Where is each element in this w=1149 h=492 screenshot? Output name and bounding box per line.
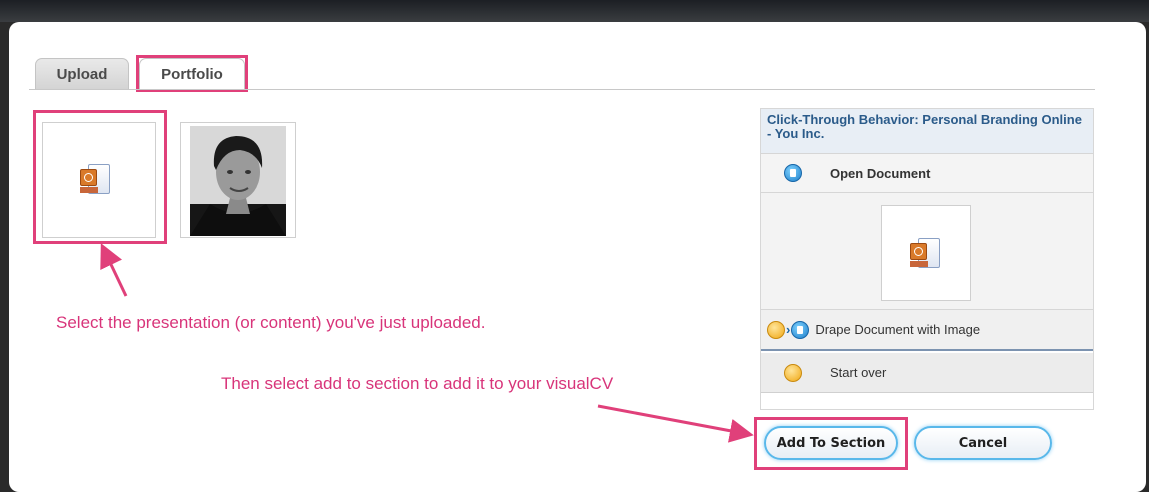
panel-title: Click-Through Behavior: Personal Brandin… bbox=[761, 109, 1093, 153]
cancel-button[interactable]: Cancel bbox=[914, 426, 1052, 460]
open-document-option[interactable]: Open Document bbox=[761, 153, 1093, 193]
document-icon bbox=[784, 164, 802, 182]
arrow-to-thumbnail bbox=[100, 243, 128, 297]
open-document-label: Open Document bbox=[830, 165, 931, 181]
document-icon bbox=[791, 320, 810, 339]
document-preview-area bbox=[761, 193, 1093, 309]
arrow-right-icon: › bbox=[786, 322, 791, 337]
start-over-label: Start over bbox=[830, 365, 887, 380]
drape-document-label: Drape Document with Image bbox=[815, 322, 981, 337]
arrow-to-add-button bbox=[597, 404, 754, 443]
document-preview bbox=[881, 205, 971, 301]
ppt-file-icon bbox=[910, 238, 942, 270]
click-through-panel: Click-Through Behavior: Personal Brandin… bbox=[760, 108, 1094, 410]
restart-icon bbox=[784, 363, 802, 382]
drape-document-option[interactable]: › Drape Document with Image bbox=[761, 309, 1093, 351]
start-over-option[interactable]: Start over bbox=[761, 353, 1093, 393]
image-icon bbox=[767, 320, 785, 339]
add-button-highlight bbox=[754, 417, 908, 470]
